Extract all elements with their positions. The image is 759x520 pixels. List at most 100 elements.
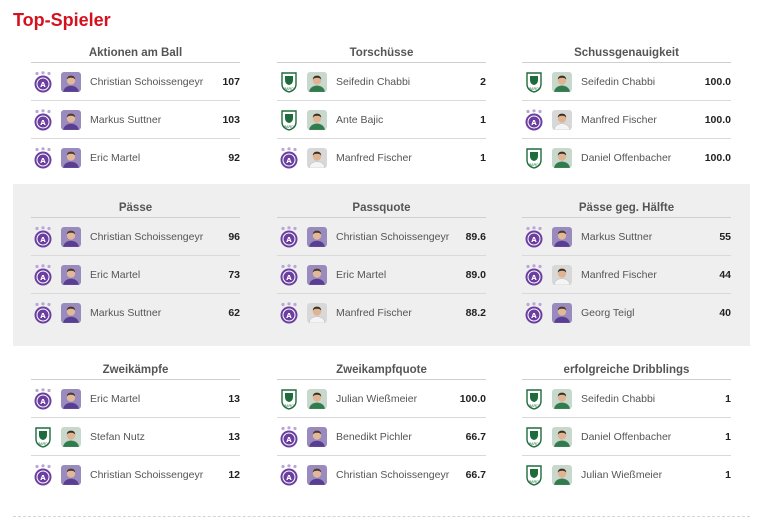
player-name[interactable]: Eric Martel [90,393,228,405]
player-avatar [61,388,81,409]
player-row[interactable]: RAPID Seifedin Chabbi 1 [522,380,731,418]
stat-panel-paesse-geg-haelfte: Pässe geg. Hälfte A Markus Suttner 55 A Manf… [522,199,731,332]
austria-wien-crest-icon: A [523,225,545,248]
svg-text:A: A [286,274,292,282]
austria-wien-crest-icon: A [32,108,54,131]
player-row[interactable]: RAPID Julian Wießmeier 100.0 [277,380,486,418]
player-stat-value: 44 [719,268,731,281]
player-avatar [307,465,327,485]
rapid-wien-crest-icon: RAPID [32,426,54,448]
player-name[interactable]: Eric Martel [336,269,466,281]
stat-panel-title: Torschüsse [277,44,486,63]
player-name[interactable]: Christian Schoissengeyr [90,76,222,88]
player-row[interactable]: A Manfred Fischer 100.0 [522,101,731,139]
player-name[interactable]: Christian Schoissengeyr [336,231,466,243]
player-stat-value: 96 [228,230,240,243]
player-row[interactable]: A Christian Schoissengeyr 12 [31,456,240,494]
player-name[interactable]: Eric Martel [90,269,228,281]
austria-wien-crest-icon: A [32,302,54,324]
player-avatar [552,426,572,447]
austria-wien-crest-icon: A [523,108,545,131]
player-row[interactable]: A Christian Schoissengeyr 107 [31,63,240,101]
player-row[interactable]: A Georg Teigl 40 [522,294,731,332]
player-name[interactable]: Markus Suttner [581,231,719,243]
player-row[interactable]: A Christian Schoissengeyr 96 [31,218,240,256]
player-row[interactable]: A Benedikt Pichler 66.7 [277,418,486,456]
player-avatar [552,388,572,409]
stat-panel-aktionen-am-ball: Aktionen am Ball A Christian Schoissengey… [31,44,240,177]
stat-panel-passquote: Passquote A Christian Schoissengeyr 89.6 A E… [277,199,486,332]
player-name[interactable]: Eric Martel [90,152,228,164]
player-name[interactable]: Manfred Fischer [581,269,719,281]
svg-text:RAPID: RAPID [529,404,539,408]
austria-wien-crest-icon: A [32,464,54,486]
stat-panel-title: Passquote [277,199,486,218]
svg-text:A: A [286,157,292,165]
player-row[interactable]: A Manfred Fischer 44 [522,256,731,294]
player-avatar [552,465,572,485]
player-name[interactable]: Georg Teigl [581,307,719,319]
player-row[interactable]: A Christian Schoissengeyr 89.6 [277,218,486,256]
rapid-wien-crest-icon: RAPID [523,147,545,169]
player-name[interactable]: Manfred Fischer [336,152,480,164]
svg-text:RAPID: RAPID [529,163,539,167]
player-stat-value: 1 [725,469,731,481]
austria-wien-crest-icon: A [278,225,300,248]
player-row[interactable]: A Manfred Fischer 88.2 [277,294,486,332]
player-name[interactable]: Manfred Fischer [336,307,466,319]
svg-text:A: A [286,312,292,320]
player-name[interactable]: Markus Suttner [90,114,222,126]
player-row[interactable]: RAPID Daniel Offenbacher 1 [522,418,731,456]
player-row[interactable]: A Eric Martel 73 [31,256,240,294]
player-row[interactable]: RAPID Seifedin Chabbi 2 [277,63,486,101]
player-row[interactable]: A Christian Schoissengeyr 66.7 [277,456,486,494]
player-avatar [307,303,327,323]
player-name[interactable]: Seifedin Chabbi [581,393,725,405]
player-row[interactable]: RAPID Daniel Offenbacher 100.0 [522,139,731,177]
player-row[interactable]: A Eric Martel 13 [31,380,240,418]
player-avatar [307,264,327,285]
rapid-wien-crest-icon: RAPID [523,388,545,410]
player-avatar [552,109,572,130]
austria-wien-crest-icon: A [32,147,54,169]
player-row[interactable]: A Eric Martel 89.0 [277,256,486,294]
player-name[interactable]: Daniel Offenbacher [581,431,725,443]
player-name[interactable]: Ante Bajic [336,114,480,126]
player-name[interactable]: Julian Wießmeier [336,393,460,405]
player-row[interactable]: RAPID Julian Wießmeier 1 [522,456,731,494]
austria-wien-crest-icon: A [278,464,300,486]
player-stat-value: 13 [228,430,240,443]
player-row[interactable]: A Markus Suttner 62 [31,294,240,332]
player-stat-value: 66.7 [465,469,486,481]
austria-wien-crest-icon: A [278,147,300,169]
player-name[interactable]: Seifedin Chabbi [581,76,705,88]
stat-panel-title: Schussgenauigkeit [522,44,731,63]
player-name[interactable]: Seifedin Chabbi [336,76,480,88]
player-row[interactable]: RAPID Stefan Nutz 13 [31,418,240,456]
player-name[interactable]: Markus Suttner [90,307,228,319]
player-stat-value: 92 [228,152,240,164]
player-name[interactable]: Julian Wießmeier [581,469,725,481]
player-stat-value: 66.7 [465,430,486,443]
player-row[interactable]: RAPID Ante Bajic 1 [277,101,486,139]
player-row[interactable]: RAPID Seifedin Chabbi 100.0 [522,63,731,101]
player-name[interactable]: Benedikt Pichler [336,431,466,443]
svg-text:A: A [286,236,292,244]
player-row[interactable]: A Markus Suttner 55 [522,218,731,256]
player-row[interactable]: A Markus Suttner 103 [31,101,240,139]
player-name[interactable]: Christian Schoissengeyr [90,231,228,243]
player-name[interactable]: Christian Schoissengeyr [336,469,466,481]
player-stat-value: 100.0 [459,392,486,405]
svg-text:A: A [40,236,46,244]
stats-band-1: Aktionen am Ball A Christian Schoissengey… [13,44,750,175]
player-row[interactable]: A Manfred Fischer 1 [277,139,486,177]
austria-wien-crest-icon: A [32,225,54,248]
stat-panel-title: Pässe geg. Hälfte [522,199,731,218]
player-name[interactable]: Christian Schoissengeyr [90,469,228,481]
player-name[interactable]: Manfred Fischer [581,114,705,126]
player-row[interactable]: A Eric Martel 92 [31,139,240,177]
player-name[interactable]: Stefan Nutz [90,431,228,443]
player-stat-value: 100.0 [704,152,731,164]
svg-text:RAPID: RAPID [529,480,539,484]
player-name[interactable]: Daniel Offenbacher [581,152,705,164]
